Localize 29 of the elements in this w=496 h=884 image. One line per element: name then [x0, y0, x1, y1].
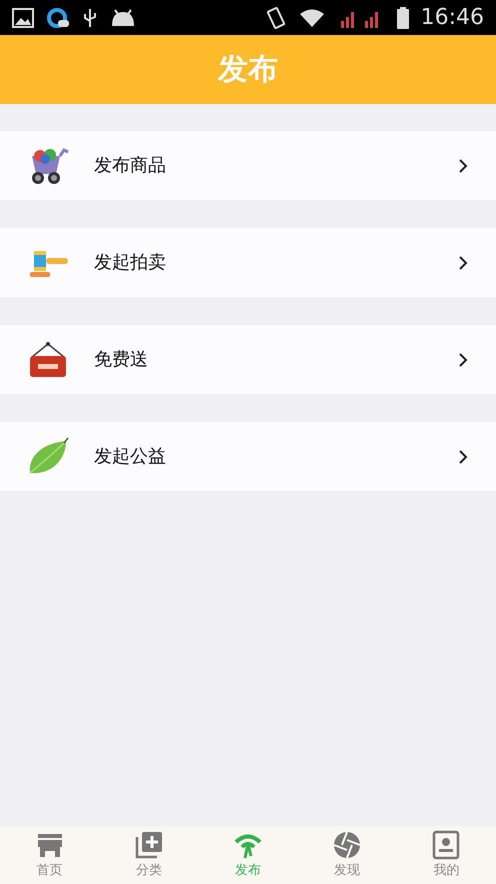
chevron-right-icon	[458, 158, 468, 174]
chevron-right-icon	[458, 448, 468, 464]
header-title: 发布	[218, 51, 278, 89]
battery-icon	[396, 6, 409, 28]
wifi-icon	[298, 8, 325, 28]
menu-label: 免费送	[94, 348, 149, 372]
cloud-icon	[46, 6, 70, 28]
menu-row[interactable]: 免费送	[0, 325, 496, 394]
add-square-icon	[134, 830, 164, 860]
clock-time: 16:46	[420, 4, 484, 32]
phone-vibrate-icon	[264, 6, 287, 30]
nav-tab[interactable]: 分类	[99, 826, 198, 884]
chevron-right-icon	[458, 254, 468, 270]
hanging-sign-icon	[28, 340, 68, 378]
nav-tab[interactable]: 首页	[0, 826, 100, 884]
android-icon	[110, 8, 136, 28]
nav-tab[interactable]: 发现	[298, 826, 397, 884]
image-icon	[12, 8, 34, 28]
menu-label: 发布商品	[94, 154, 167, 178]
menu-row[interactable]: 发起公益	[0, 422, 496, 491]
menu-label: 发起公益	[94, 445, 167, 469]
aperture-icon	[332, 830, 362, 860]
nav-tab[interactable]: 发布	[198, 826, 298, 884]
menu-label: 发起拍卖	[94, 251, 167, 275]
menu-row[interactable]: 发布商品	[0, 131, 496, 200]
chevron-right-icon	[458, 352, 468, 368]
menu-row[interactable]: 发起拍卖	[0, 228, 496, 297]
profile-icon	[431, 830, 462, 860]
nav-tab[interactable]: 我的	[396, 826, 496, 884]
